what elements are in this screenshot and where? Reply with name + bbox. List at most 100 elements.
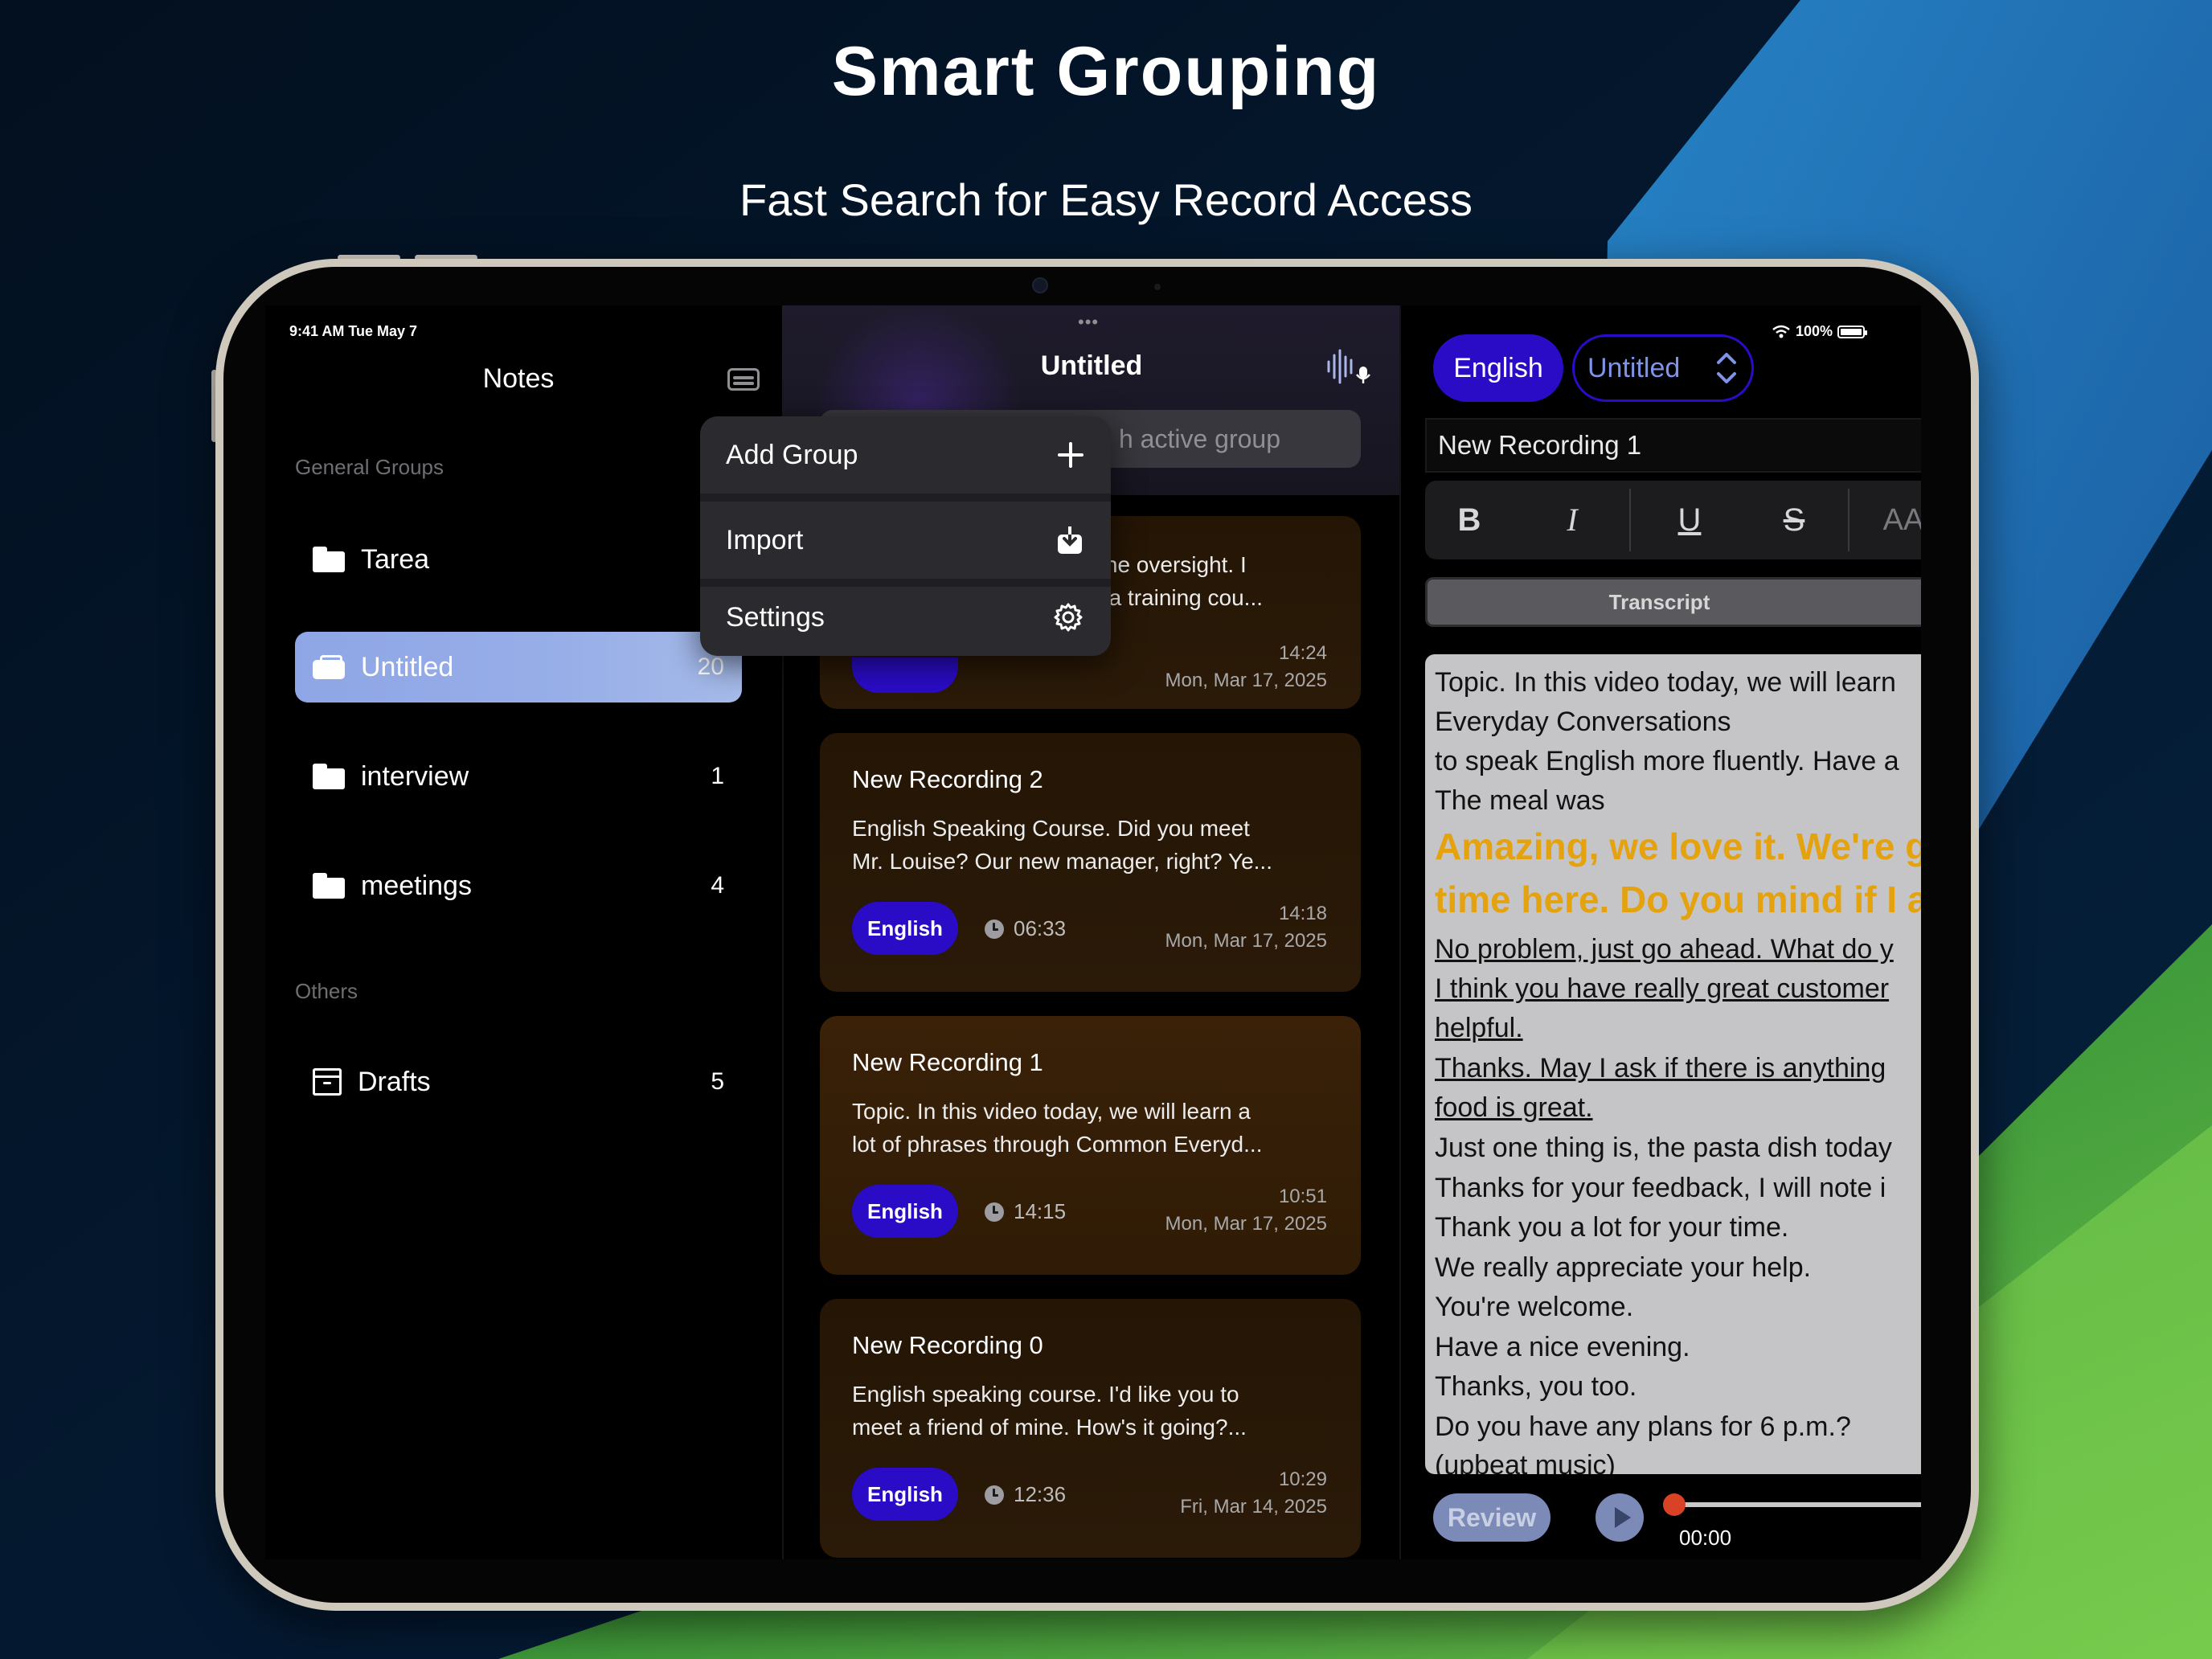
sidebar-item-meetings[interactable]: meetings 4 — [295, 850, 742, 921]
transcript-tab[interactable]: Transcript — [1425, 577, 1921, 627]
card-body: r the oversight. I in a training cou... — [1085, 548, 1342, 614]
card-time: 10:51 — [1278, 1186, 1327, 1207]
italic-button[interactable]: I — [1536, 481, 1608, 559]
sidebar-item-untitled[interactable]: Untitled 20 — [295, 632, 742, 703]
recording-card[interactable]: New Recording 2 English Speaking Course.… — [820, 733, 1361, 992]
card-body: English Speaking Course. Did you meet Mr… — [852, 812, 1334, 878]
transcript-line: The meal was — [1435, 785, 1605, 816]
transcript-line: You're welcome. — [1435, 1292, 1634, 1322]
sidebar-toggle-icon[interactable] — [727, 368, 760, 391]
recording-card[interactable]: New Recording 0 English speaking course.… — [820, 1299, 1361, 1558]
card-date: Mon, Mar 17, 2025 — [1165, 1213, 1327, 1235]
transcript-line-highlight: Amazing, we love it. We're g — [1435, 825, 1921, 867]
card-title: New Recording 2 — [852, 765, 1043, 793]
transcript-line: Everyday Conversations — [1435, 707, 1731, 737]
folder-icon — [313, 547, 345, 572]
hero-title: Smart Grouping — [831, 33, 1381, 110]
card-body-line: Mr. Louise? Our new manager, right? Ye..… — [852, 849, 1272, 874]
card-body-line: r the oversight. I — [1085, 552, 1247, 577]
card-timestamp: 10:51 Mon, Mar 17, 2025 — [1165, 1183, 1327, 1238]
more-dots-icon[interactable]: ••• — [1078, 312, 1099, 333]
card-time: 10:29 — [1278, 1469, 1327, 1490]
sidebar-item-drafts[interactable]: Drafts 5 — [295, 1047, 742, 1117]
transcript-line: No problem, just go ahead. What do y — [1435, 934, 1894, 965]
transcript-line: I think you have really great customer — [1435, 973, 1890, 1004]
sidebar-item-label: Untitled — [361, 651, 454, 682]
transcript-line: helpful. — [1435, 1013, 1523, 1043]
group-menu-popover: Add Group Import Settings — [700, 416, 1111, 656]
transcript-document[interactable]: Topic. In this video today, we will lear… — [1425, 654, 1921, 1474]
underline-button[interactable]: U — [1653, 481, 1726, 559]
sidebar-item-label: Tarea — [361, 543, 430, 575]
menu-separator — [700, 494, 1111, 502]
bold-button[interactable]: B — [1433, 481, 1505, 559]
menu-item-settings[interactable]: Settings — [700, 579, 1111, 656]
language-pill: English — [852, 1468, 958, 1521]
toolbar-divider — [1629, 489, 1631, 551]
card-timestamp: 14:18 Mon, Mar 17, 2025 — [1165, 900, 1327, 955]
card-date: Mon, Mar 17, 2025 — [1165, 930, 1327, 952]
transcript-line: Do you have any plans for 6 p.m.? — [1435, 1411, 1851, 1442]
tray-icon — [313, 655, 345, 679]
camera — [1032, 277, 1048, 293]
transcript-line-highlight: time here. Do you mind if I a — [1435, 879, 1921, 920]
recording-card[interactable]: New Recording 1 Topic. In this video tod… — [820, 1016, 1361, 1275]
sensor — [1154, 284, 1161, 290]
record-waveform-icon[interactable] — [1325, 349, 1372, 384]
card-body-line: Topic. In this video today, we will lear… — [852, 1099, 1251, 1124]
sidebar-item-label: Drafts — [358, 1066, 431, 1097]
card-timestamp: 14:24 Mon, Mar 17, 2025 — [1165, 640, 1327, 694]
sidebar-item-count: 20 — [697, 653, 724, 680]
card-duration: 12:36 — [985, 1482, 1066, 1507]
language-pill: English — [852, 902, 958, 955]
sidebar-item-label: interview — [361, 760, 469, 792]
sidebar-item-count: 5 — [711, 1068, 724, 1095]
card-title: New Recording 0 — [852, 1331, 1043, 1359]
language-selector[interactable]: English — [1433, 334, 1563, 402]
menu-item-label: Add Group — [726, 439, 858, 470]
sidebar-item-tarea[interactable]: Tarea — [295, 524, 742, 595]
card-body-line: meet a friend of mine. How's it going?..… — [852, 1415, 1247, 1440]
menu-item-add-group[interactable]: Add Group — [700, 416, 1111, 494]
section-others: Others — [295, 979, 358, 1003]
group-selector[interactable]: Untitled — [1572, 334, 1754, 402]
play-button[interactable] — [1596, 1493, 1644, 1542]
card-time: 14:24 — [1278, 642, 1327, 664]
transcript-line: Thank you a lot for your time. — [1435, 1212, 1789, 1243]
playback-slider-thumb[interactable] — [1663, 1493, 1686, 1516]
plus-icon — [1058, 442, 1083, 468]
recording-title-field[interactable]: New Recording 1 — [1425, 418, 1921, 473]
transcript-line: Thanks, you too. — [1435, 1371, 1637, 1402]
playback-slider[interactable] — [1674, 1502, 1921, 1507]
hero-subtitle: Fast Search for Easy Record Access — [739, 174, 1473, 225]
clock-icon — [985, 1485, 1004, 1505]
folder-icon — [313, 764, 345, 789]
card-duration: 06:33 — [985, 916, 1066, 941]
review-button[interactable]: Review — [1433, 1493, 1550, 1542]
toolbar-divider — [1848, 489, 1849, 551]
transcript-line: Thanks for your feedback, I will note i — [1435, 1173, 1886, 1203]
card-title: New Recording 1 — [852, 1048, 1043, 1076]
card-body-line: in a training cou... — [1085, 585, 1264, 610]
duration-text: 14:15 — [1014, 1199, 1067, 1223]
transcript-line: (upbeat music) — [1435, 1450, 1616, 1474]
card-body-line: English Speaking Course. Did you meet — [852, 816, 1250, 841]
import-icon — [1058, 526, 1082, 554]
menu-item-label: Import — [726, 524, 804, 555]
group-selector-label: Untitled — [1587, 353, 1681, 383]
text-size-button[interactable]: AA — [1867, 481, 1921, 559]
menu-item-import[interactable]: Import — [700, 502, 1111, 579]
transcript-line: Just one thing is, the pasta dish today — [1435, 1133, 1892, 1163]
clock-icon — [985, 1202, 1004, 1222]
section-general-groups: General Groups — [295, 455, 444, 479]
sidebar-item-label: meetings — [361, 870, 472, 901]
duration-text: 12:36 — [1014, 1482, 1067, 1506]
sidebar-item-interview[interactable]: interview 1 — [295, 741, 742, 812]
card-body-line: lot of phrases through Common Everyd... — [852, 1132, 1263, 1157]
folder-icon — [313, 873, 345, 899]
list-title: Untitled — [1040, 350, 1143, 381]
archive-icon — [313, 1068, 342, 1096]
sidebar-title: Notes — [482, 363, 555, 394]
strikethrough-button[interactable]: S — [1758, 481, 1830, 559]
duration-text: 06:33 — [1014, 916, 1067, 940]
